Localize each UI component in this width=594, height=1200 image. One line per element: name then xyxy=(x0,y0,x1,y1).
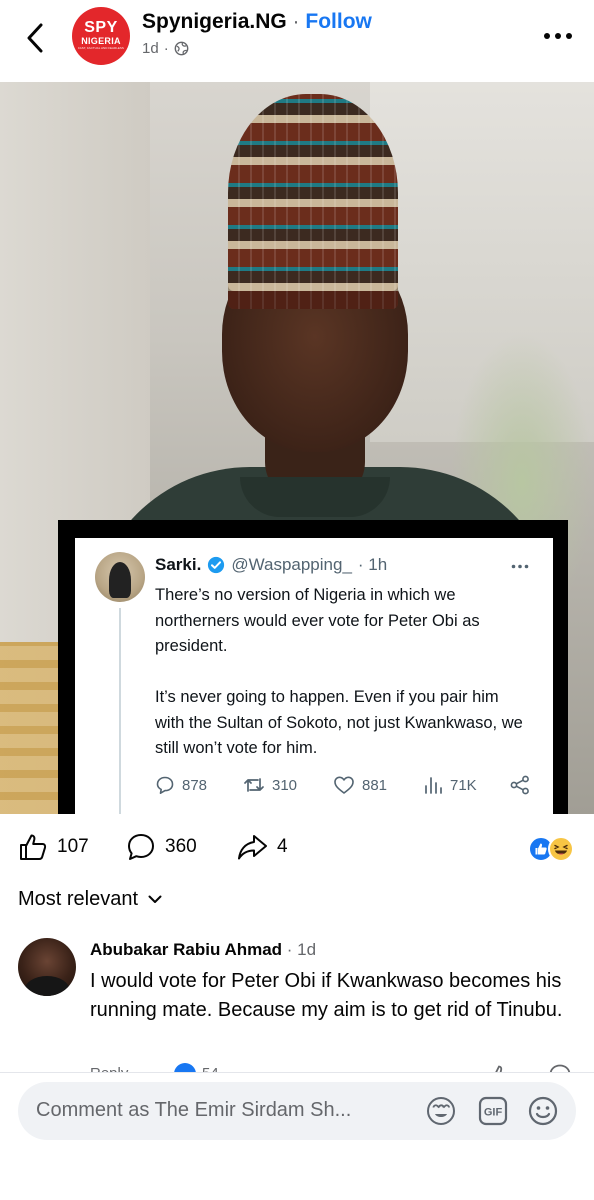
commenter-avatar[interactable] xyxy=(18,938,76,996)
share-arrow-icon xyxy=(238,835,267,860)
chevron-down-icon xyxy=(148,895,162,903)
post-meta: 1d · xyxy=(142,40,189,57)
comment-text: I would vote for Peter Obi if Kwankwaso … xyxy=(90,970,563,1021)
emoji-icon xyxy=(528,1096,558,1126)
tweet-avatar xyxy=(95,552,145,602)
views-icon xyxy=(425,777,442,794)
reply-icon xyxy=(156,776,174,794)
like-button[interactable]: 107 xyxy=(18,832,89,862)
tweet-retweets: 310 xyxy=(243,775,297,795)
verified-badge-icon xyxy=(208,556,225,574)
tweet-author-name: Sarki. xyxy=(155,555,202,574)
share-count: 4 xyxy=(277,836,288,857)
photo-background-shelf xyxy=(0,642,60,814)
tweet-actions: 878 310 881 71K xyxy=(155,775,535,801)
photo-person-cap xyxy=(228,94,398,309)
tweet-views: 71K xyxy=(423,775,477,795)
globe-icon xyxy=(174,41,189,56)
more-options-button[interactable] xyxy=(538,24,578,48)
like-icon xyxy=(20,834,47,860)
emoji-button[interactable] xyxy=(526,1094,560,1128)
heart-icon xyxy=(334,776,354,794)
share-icon xyxy=(510,775,529,795)
comment-sort-dropdown[interactable]: Most relevant xyxy=(18,888,162,911)
post-age[interactable]: 1d xyxy=(142,40,159,57)
svg-text:GIF: GIF xyxy=(484,1107,503,1119)
share-button[interactable]: 4 xyxy=(236,832,288,862)
like-count: 107 xyxy=(57,836,89,857)
tweet-header: Sarki. @Waspapping_ · 1h xyxy=(155,555,387,575)
comment-age: · 1d xyxy=(282,940,317,959)
tweet-reply-count: 878 xyxy=(182,776,208,794)
more-icon xyxy=(544,33,572,39)
meta-separator: · xyxy=(163,40,169,57)
tweet-text: There’s no version of Nigeria in which w… xyxy=(155,586,523,757)
tweet-likes: 881 xyxy=(333,775,387,795)
photo-person-collar xyxy=(240,477,390,517)
avatar-sticker-icon xyxy=(427,1097,455,1125)
follow-button[interactable]: Follow xyxy=(305,10,372,33)
tweet-more-icon xyxy=(508,558,532,574)
comment-composer[interactable]: Comment as The Emir Sirdam Sh... GIF xyxy=(18,1082,576,1140)
retweet-icon xyxy=(244,778,264,792)
haha-reaction-icon xyxy=(548,836,574,862)
tweet-replies: 878 xyxy=(155,775,207,795)
tweet-handle: @Waspapping_ xyxy=(231,555,352,574)
comment-count: 360 xyxy=(165,836,197,857)
comment-header: Abubakar Rabiu Ahmad · 1d xyxy=(90,940,316,960)
gif-button[interactable]: GIF xyxy=(476,1094,510,1128)
tweet-age: · 1h xyxy=(357,555,388,574)
tweet-retweet-count: 310 xyxy=(272,776,298,794)
comment-icon xyxy=(128,834,154,860)
logo-text-nigeria: NIGERIA xyxy=(81,36,121,46)
reaction-summary[interactable] xyxy=(528,836,578,864)
post-header: SPY NIGERIA FAST, FACTUAL AND FEARLESS S… xyxy=(0,0,594,82)
tweet-view-count: 71K xyxy=(450,776,477,794)
logo-text-spy: SPY xyxy=(84,19,118,36)
title-separator: · xyxy=(292,10,300,33)
page-avatar[interactable]: SPY NIGERIA FAST, FACTUAL AND FEARLESS xyxy=(72,7,130,65)
comment-input[interactable]: Comment as The Emir Sirdam Sh... xyxy=(36,1099,406,1122)
tweet-thread-line xyxy=(119,608,121,814)
back-arrow-icon xyxy=(27,23,43,53)
logo-tagline: FAST, FACTUAL AND FEARLESS xyxy=(78,46,124,50)
comment-sort-label: Most relevant xyxy=(18,888,139,910)
gif-icon: GIF xyxy=(478,1096,508,1126)
tweet-like-count: 881 xyxy=(362,776,388,794)
commenter-name[interactable]: Abubakar Rabiu Ahmad xyxy=(90,940,282,959)
back-button[interactable] xyxy=(18,18,52,58)
page-title: Spynigeria.NG · Follow xyxy=(142,10,372,34)
reactions-bar: 107 360 4 xyxy=(0,828,594,868)
tweet-share xyxy=(510,775,530,795)
comment-button[interactable]: 360 xyxy=(126,832,197,862)
avatar-sticker-button[interactable] xyxy=(424,1094,458,1128)
page-name-link[interactable]: Spynigeria.NG xyxy=(142,10,287,33)
